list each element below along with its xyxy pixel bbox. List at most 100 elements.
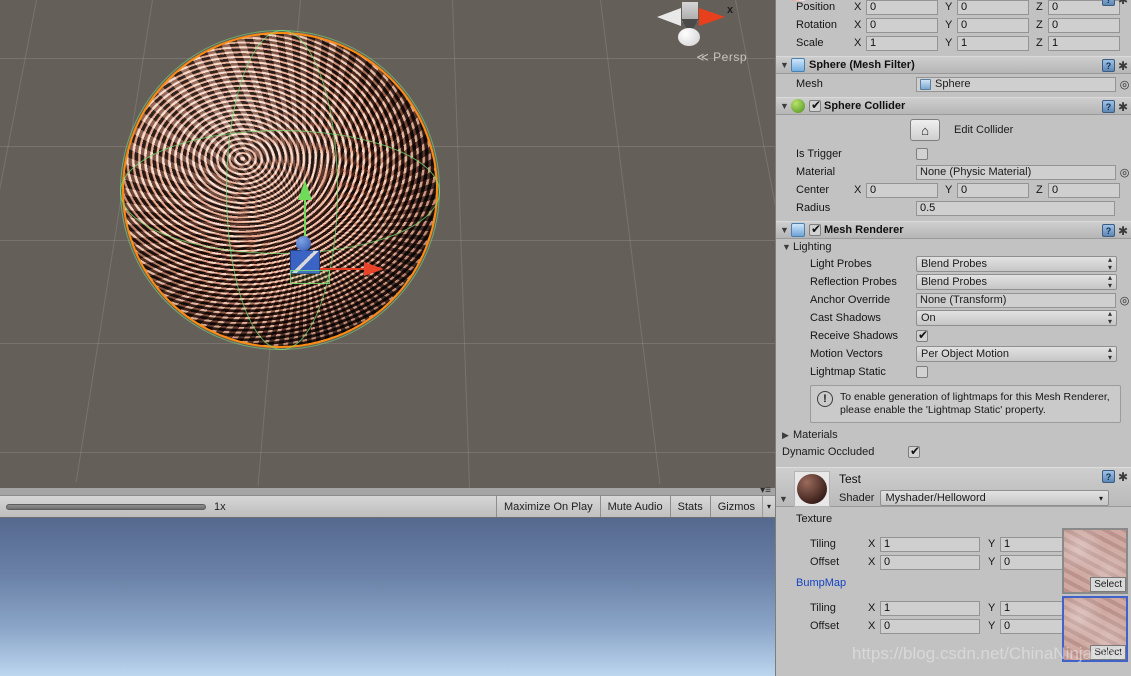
material-component-header[interactable]: ▼ Test Shader Myshader/Helloword ▾ ? ✱ xyxy=(776,467,1131,507)
mesh-renderer-enabled-checkbox[interactable] xyxy=(809,222,822,236)
transform-position-row[interactable]: Position X 0 Y 0 Z 0 xyxy=(776,0,1131,16)
help-icon[interactable]: ? xyxy=(1101,470,1115,483)
gizmos-dropdown-icon[interactable]: ▾ xyxy=(761,496,775,517)
gear-icon[interactable]: ✱ xyxy=(1118,101,1128,113)
dynamic-occluded-checkbox[interactable] xyxy=(908,444,921,458)
physic-material-row[interactable]: Material None (Physic Material) ◎ xyxy=(776,163,1131,181)
mesh-filter-component-header[interactable]: ▼ Sphere (Mesh Filter) ? ✱ xyxy=(776,56,1131,74)
gear-icon[interactable]: ✱ xyxy=(1118,471,1128,483)
physic-material-picker-icon[interactable]: ◎ xyxy=(1118,166,1131,179)
position-y-field[interactable]: 0 xyxy=(957,0,1029,15)
edit-collider-row[interactable]: ⌂ Edit Collider xyxy=(776,115,1131,145)
zoom-slider[interactable] xyxy=(6,503,206,510)
bumpmap-tiling-x-field[interactable]: 1 xyxy=(880,600,980,616)
gizmo-axis-y-arrow[interactable] xyxy=(298,180,312,200)
transform-scale-row[interactable]: Scale X 1 Y 1 Z 1 xyxy=(776,34,1131,52)
mesh-object-field[interactable]: Sphere xyxy=(916,76,1116,92)
materials-foldout-icon[interactable]: ▶ xyxy=(782,430,793,441)
perspective-label[interactable]: ≪ Persp xyxy=(696,50,747,64)
center-z-field[interactable]: 0 xyxy=(1048,182,1120,198)
gizmo-bottom-ball[interactable] xyxy=(678,28,700,46)
light-probes-row[interactable]: Light Probes Blend Probes ▴ ▾ xyxy=(776,255,1131,273)
bumpmap-object-slot[interactable]: Select xyxy=(1062,596,1128,662)
rotation-x-field[interactable]: 0 xyxy=(866,17,938,33)
help-icon[interactable]: ? xyxy=(1101,59,1115,72)
lightmap-static-checkbox[interactable] xyxy=(916,366,928,378)
center-x-field[interactable]: 0 xyxy=(866,182,938,198)
cast-shadows-dropdown[interactable]: On ▴ ▾ xyxy=(916,310,1117,326)
mesh-filter-foldout-icon[interactable]: ▼ xyxy=(780,60,791,70)
gizmo-axis-x-arrow[interactable] xyxy=(364,262,384,276)
help-icon[interactable]: ? xyxy=(1101,0,1115,6)
move-gizmo[interactable] xyxy=(272,178,392,288)
mesh-renderer-component-header[interactable]: ▼ Mesh Renderer ? ✱ xyxy=(776,221,1131,239)
gear-icon[interactable]: ✱ xyxy=(1118,60,1128,72)
stats-button[interactable]: Stats xyxy=(669,496,710,517)
help-icon[interactable]: ? xyxy=(1101,224,1115,237)
materials-foldout-row[interactable]: ▶ Materials xyxy=(776,427,1131,443)
mesh-row[interactable]: Mesh Sphere ◎ xyxy=(776,74,1131,94)
material-preview-thumbnail[interactable] xyxy=(794,471,830,507)
gear-icon[interactable]: ✱ xyxy=(1118,0,1128,6)
gizmo-cone-right-x[interactable] xyxy=(699,8,725,26)
motion-vectors-row[interactable]: Motion Vectors Per Object Motion ▴ ▾ xyxy=(776,345,1131,363)
lighting-foldout-row[interactable]: ▼ Lighting xyxy=(776,239,1131,255)
light-probes-value: Blend Probes xyxy=(921,258,988,270)
game-view-toolbar[interactable]: 1x Maximize On Play Mute Audio Stats Giz… xyxy=(0,496,775,518)
radius-field[interactable]: 0.5 xyxy=(916,200,1115,216)
receive-shadows-row[interactable]: Receive Shadows xyxy=(776,327,1131,345)
lightmap-static-row[interactable]: Lightmap Static xyxy=(776,363,1131,381)
center-y-field[interactable]: 0 xyxy=(957,182,1029,198)
rotation-z-field[interactable]: 0 xyxy=(1048,17,1120,33)
mesh-renderer-foldout-icon[interactable]: ▼ xyxy=(780,225,791,235)
physic-material-object-field[interactable]: None (Physic Material) xyxy=(916,164,1116,180)
bumpmap-offset-x-field[interactable]: 0 xyxy=(880,618,980,634)
collider-center-row[interactable]: Center X 0 Y 0 Z 0 xyxy=(776,181,1131,199)
help-icon[interactable]: ? xyxy=(1101,100,1115,113)
collider-radius-row[interactable]: Radius 0.5 xyxy=(776,199,1131,217)
scale-x-field[interactable]: 1 xyxy=(866,35,938,51)
sphere-collider-enabled-checkbox[interactable] xyxy=(809,98,822,112)
sphere-collider-component-header[interactable]: ▼ Sphere Collider ? ✱ xyxy=(776,97,1131,115)
anchor-override-row[interactable]: Anchor Override None (Transform) ◎ xyxy=(776,291,1131,309)
maximize-on-play-button[interactable]: Maximize On Play xyxy=(495,496,600,517)
scale-y-field[interactable]: 1 xyxy=(957,35,1029,51)
motion-vectors-dropdown[interactable]: Per Object Motion ▴ ▾ xyxy=(916,346,1117,362)
sphere-collider-foldout-icon[interactable]: ▼ xyxy=(780,101,791,111)
bumpmap-select-button[interactable]: Select xyxy=(1090,645,1126,660)
anchor-override-picker-icon[interactable]: ◎ xyxy=(1118,294,1131,307)
texture-object-slot[interactable]: Select xyxy=(1062,528,1128,594)
scene-view[interactable]: x ≪ Persp xyxy=(0,0,775,488)
game-view-tab-strip[interactable]: ▾≡ xyxy=(0,485,775,496)
shader-dropdown[interactable]: Myshader/Helloword ▾ xyxy=(880,490,1109,506)
is-trigger-row[interactable]: Is Trigger xyxy=(776,145,1131,163)
gizmo-plane-xz[interactable] xyxy=(290,270,330,284)
texture-tiling-x-field[interactable]: 1 xyxy=(880,536,980,552)
anchor-override-object-field[interactable]: None (Transform) xyxy=(916,292,1116,308)
mute-audio-button[interactable]: Mute Audio xyxy=(599,496,670,517)
dynamic-occluded-row[interactable]: Dynamic Occluded xyxy=(776,443,1131,461)
light-probes-dropdown[interactable]: Blend Probes ▴ ▾ xyxy=(916,256,1117,272)
position-x-field[interactable]: 0 xyxy=(866,0,938,15)
game-view-canvas[interactable] xyxy=(0,518,775,676)
reflection-probes-dropdown[interactable]: Blend Probes ▴ ▾ xyxy=(916,274,1117,290)
gizmos-button[interactable]: Gizmos xyxy=(709,496,762,517)
texture-offset-x-field[interactable]: 0 xyxy=(880,554,980,570)
transform-rotation-row[interactable]: Rotation X 0 Y 0 Z 0 xyxy=(776,16,1131,34)
scale-z-field[interactable]: 1 xyxy=(1048,35,1120,51)
edit-collider-button[interactable]: ⌂ xyxy=(910,119,940,141)
gear-icon[interactable]: ✱ xyxy=(1118,225,1128,237)
scene-orientation-gizmo[interactable]: x xyxy=(657,2,737,48)
reflection-probes-row[interactable]: Reflection Probes Blend Probes ▴ ▾ xyxy=(776,273,1131,291)
mesh-picker-icon[interactable]: ◎ xyxy=(1118,78,1131,91)
texture-select-button[interactable]: Select xyxy=(1090,577,1126,592)
is-trigger-checkbox[interactable] xyxy=(916,148,928,160)
panel-menu-icon[interactable]: ▾≡ xyxy=(760,485,771,496)
gizmo-cone-left[interactable] xyxy=(657,8,681,26)
rotation-y-field[interactable]: 0 xyxy=(957,17,1029,33)
lighting-foldout-icon[interactable]: ▼ xyxy=(782,242,793,252)
gizmo-axis-z-ball[interactable] xyxy=(296,236,311,251)
receive-shadows-checkbox[interactable] xyxy=(916,328,929,342)
material-foldout-icon[interactable]: ▼ xyxy=(779,494,788,504)
cast-shadows-row[interactable]: Cast Shadows On ▴ ▾ xyxy=(776,309,1131,327)
